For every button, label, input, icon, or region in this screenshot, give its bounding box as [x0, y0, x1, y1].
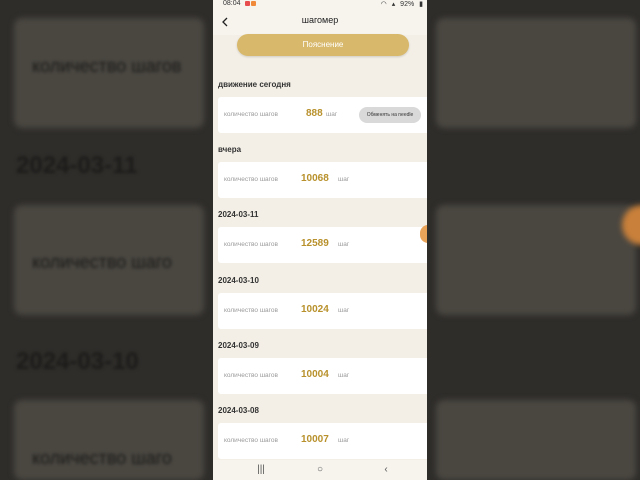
- steps-card-today: количество шагов 888 шаг Обменять на nee…: [218, 97, 427, 133]
- phone-screen: 08:04 ◠ ▴ 92% ▮ шагомер Пояснение движен…: [213, 0, 427, 480]
- steps-label: количество шагов: [224, 241, 278, 248]
- steps-label: количество шагов: [224, 437, 278, 444]
- bg-text: количество шагов: [32, 56, 182, 76]
- home-button[interactable]: ○: [310, 463, 330, 477]
- recents-button[interactable]: |||: [251, 463, 271, 477]
- steps-card: количество шагов 10007 шаг: [218, 423, 427, 459]
- exchange-button[interactable]: Обменять на needle: [359, 107, 421, 123]
- notification-icon: [245, 1, 250, 6]
- status-right: ◠ ▴ 92% ▮: [378, 0, 423, 8]
- steps-card: количество шагов 10068 шаг: [218, 162, 427, 198]
- app-bar: шагомер: [213, 9, 427, 35]
- section-label-date: 2024-03-10: [218, 276, 259, 285]
- battery-level: 92%: [400, 1, 415, 8]
- section-label-date: 2024-03-09: [218, 341, 259, 350]
- steps-value: 10004: [301, 369, 329, 380]
- steps-value: 12589: [301, 238, 329, 249]
- steps-unit: шаг: [338, 372, 350, 379]
- steps-value: 10007: [301, 434, 329, 445]
- steps-value: 888: [306, 108, 323, 119]
- steps-value: 10068: [301, 173, 329, 184]
- system-navbar: ||| ○ ‹: [213, 460, 427, 480]
- bg-text: количество шаго: [32, 252, 172, 272]
- signal-icon: ▴: [391, 1, 396, 8]
- bg-date: 2024-03-11: [16, 152, 138, 179]
- steps-label: количество шагов: [224, 307, 278, 314]
- bg-date: 2024-03-10: [16, 348, 139, 375]
- section-label-date: 2024-03-11: [218, 210, 259, 219]
- steps-label: количество шагов: [224, 372, 278, 379]
- notification-icons: [245, 1, 259, 7]
- steps-card: количество шагов 10024 шаг: [218, 293, 427, 329]
- bg-card: [436, 400, 636, 480]
- page-title: шагомер: [301, 15, 339, 25]
- status-bar: 08:04 ◠ ▴ 92% ▮: [213, 0, 427, 9]
- steps-unit: шаг: [338, 176, 350, 183]
- steps-unit: шаг: [338, 437, 350, 444]
- steps-label: количество шагов: [224, 176, 278, 183]
- section-label-yesterday: вчера: [218, 145, 242, 154]
- steps-unit: шаг: [338, 307, 350, 314]
- section-label-date: 2024-03-08: [218, 406, 259, 415]
- steps-card: количество шагов 12589 шаг: [218, 227, 427, 263]
- bg-text: количество шаго: [32, 448, 172, 468]
- steps-card: количество шагов 10004 шаг: [218, 358, 427, 394]
- bg-card: [436, 205, 636, 315]
- status-time: 08:04: [223, 0, 241, 7]
- steps-label: количество шагов: [224, 111, 278, 118]
- notification-icon: [251, 1, 256, 6]
- nav-back-button[interactable]: ‹: [376, 463, 396, 477]
- wifi-icon: ◠: [380, 1, 387, 8]
- explain-button[interactable]: Пояснение: [237, 34, 409, 56]
- section-label-today: движение сегодня: [218, 80, 291, 89]
- steps-unit: шаг: [338, 241, 350, 248]
- steps-value: 10024: [301, 304, 329, 315]
- bg-card: [436, 18, 636, 128]
- steps-unit: шаг: [326, 111, 338, 118]
- floating-orange-button[interactable]: [420, 225, 427, 243]
- battery-icon: ▮: [419, 1, 423, 8]
